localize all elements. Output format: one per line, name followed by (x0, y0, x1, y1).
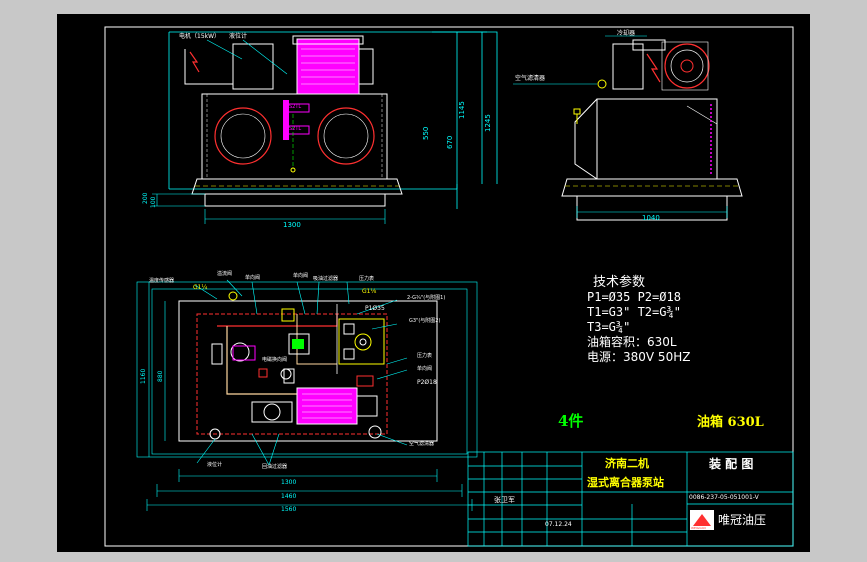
dim-h1145: 1145 (458, 101, 466, 119)
tech-line-2: T1=G3" T2=G¾" (587, 305, 681, 319)
dim-side-width: 1040 (642, 214, 660, 222)
inspection-window-left (214, 107, 272, 165)
drawing-sheet: .t { position:absolute; white-space:nowr… (57, 14, 810, 552)
base-skid (204, 193, 386, 207)
label-air-filler: 空气滤清器 (515, 75, 546, 82)
note-quantity: 4件 (558, 412, 584, 430)
label-relief-valve: 单向阀 (245, 275, 261, 281)
note-tank: 油箱 630L (697, 415, 764, 430)
tag-s2tl-2: S2TL (289, 126, 302, 132)
port-p2: P2Ø18 (417, 379, 437, 386)
front-view (152, 31, 498, 224)
oil-tank-side (596, 98, 718, 180)
title-drawing-no: 0086-237-05-051001-V (689, 494, 759, 501)
tech-line-5: 电源：380V 50HZ (587, 350, 691, 364)
tech-line-3: T3=G¾" (587, 320, 631, 334)
cad-viewport: .t { position:absolute; white-space:nowr… (0, 0, 867, 562)
tech-line-4: 油箱容积：630L (587, 335, 677, 349)
dim-w1560: 1560 (281, 506, 297, 513)
label-overflow-valve: 溢流阀 (217, 271, 233, 277)
label-directional-valve: 电磁换向阀 (262, 357, 288, 363)
dim-front-width: 1300 (283, 221, 301, 229)
dim-h550: 550 (422, 126, 430, 140)
motor-body (296, 38, 360, 95)
top-view (136, 279, 478, 511)
label-check-valve-b: 单向阀 (417, 366, 433, 372)
pump-motor-side (612, 43, 644, 90)
label-cooler: 冷却器 (617, 30, 636, 37)
label-temp-sensor: 温度传感器 (149, 278, 175, 284)
electric-symbol-icon (189, 51, 200, 73)
dim-w1300: 1300 (281, 479, 297, 486)
label-level-gauge: 液位计 (229, 33, 248, 40)
tech-params: 技术参数 P1=Ø35 P2=Ø18 T1=G3" T2=G¾" T3=G¾" … (587, 276, 690, 363)
label-pressure-gauge-a: 压力表 (359, 276, 375, 282)
title-brand: 唯冠油压 (718, 513, 767, 527)
side-base (561, 178, 743, 197)
motor-end-cover (358, 48, 374, 85)
label-return-filter: 回油过滤器 (262, 464, 288, 470)
label-filter: 吸油过滤器 (313, 276, 339, 282)
electric-symbol-side-icon (646, 53, 661, 83)
inspection-window-right (317, 107, 375, 165)
tech-params-heading: 技术参数 (593, 275, 646, 290)
label-check-valve: 单向阀 (293, 273, 309, 279)
manifold-panel (338, 318, 385, 365)
side-view (513, 35, 743, 221)
cooler-fan (664, 43, 710, 89)
label-air-filter: 空气滤清器 (409, 441, 435, 447)
dim-h200: 200 (142, 192, 149, 204)
tech-line-1: P1=Ø35 P2=Ø18 (587, 290, 681, 304)
label-pressure-gauge-b: 压力表 (417, 353, 433, 359)
port-out2: G3"(与附图2) (409, 318, 441, 324)
brand-logo-text: WEIGUAN (691, 526, 706, 530)
dim-h1160: 1160 (140, 368, 147, 384)
port-g1: G1¼ (193, 284, 208, 291)
dim-h670: 670 (446, 135, 454, 149)
fan-housing (232, 43, 274, 90)
label-level-gauge-top: 液位计 (207, 462, 223, 468)
port-out1: 2-G¾"(与附图1) (407, 295, 446, 301)
title-date: 07.12.24 (545, 521, 572, 528)
tank-base (191, 178, 403, 195)
title-product: 湿式离合器泵站 (587, 476, 664, 489)
dim-h880: 880 (157, 370, 164, 382)
label-motor: 电机（15kW） (179, 33, 221, 40)
title-designer: 张卫军 (494, 496, 515, 504)
dim-h1245: 1245 (484, 114, 492, 132)
port-p1: P1Ø35 (365, 305, 385, 312)
dim-w1460: 1460 (281, 493, 297, 500)
title-drawing-type: 装 配 图 (709, 457, 754, 471)
dim-h100: 100 (150, 196, 157, 208)
tag-s2tl-1: S2TL (289, 104, 302, 110)
title-company: 济南二机 (605, 457, 649, 470)
port-g1b: G1⅛ (362, 288, 377, 295)
